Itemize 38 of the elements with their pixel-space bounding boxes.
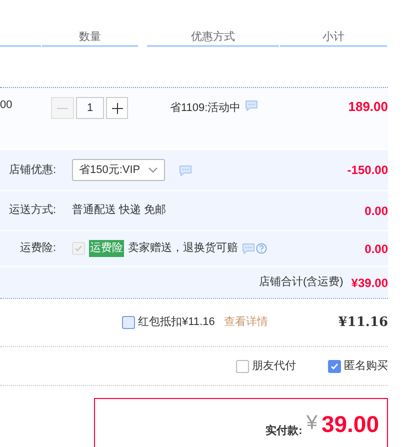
- shop-total: ¥39.00: [351, 274, 388, 292]
- insurance-text: 卖家赠送，退换货可赔: [128, 240, 238, 256]
- option-label: 朋友代付: [252, 358, 296, 374]
- unit-price: 00: [0, 98, 14, 113]
- field-label: 运送方式:: [8, 202, 56, 218]
- amount: 0.00: [364, 202, 388, 220]
- shop-total-label: 店铺合计(含运费): [258, 274, 344, 290]
- option-label: 匿名购买: [344, 358, 388, 374]
- check-icon: [74, 244, 83, 253]
- payment-label: 实付款:: [266, 424, 302, 439]
- field-label: 运费险:: [18, 241, 56, 256]
- checkbox[interactable]: [122, 316, 135, 329]
- payment-amount: 39.00: [321, 411, 379, 437]
- currency-symbol: ¥: [306, 411, 318, 435]
- subtotal: 189.00: [347, 98, 388, 116]
- chat-icon[interactable]: [244, 100, 258, 111]
- check-icon: [330, 362, 339, 370]
- chevron-down-icon: [148, 167, 158, 173]
- chat-icon[interactable]: [242, 243, 255, 254]
- increase-button[interactable]: [106, 97, 128, 119]
- checkbox[interactable]: [236, 360, 249, 372]
- checkbox[interactable]: [328, 360, 341, 372]
- promotion-text: 省1109:活动中: [170, 101, 241, 116]
- insurance-badge: 运费险: [89, 240, 124, 257]
- column-header: 数量: [79, 30, 101, 45]
- deduction-label: 红包抵扣¥11.16: [138, 315, 215, 330]
- column-header: 小计: [322, 30, 344, 45]
- amount: 0.00: [364, 240, 388, 258]
- field-label: 店铺优惠:: [8, 162, 56, 178]
- deduction-amount: ¥11.16: [337, 314, 388, 332]
- column-header: 优惠方式: [191, 30, 235, 45]
- plus-icon: [112, 102, 122, 114]
- shipping-method: 普通配送 快递 免邮: [72, 202, 166, 218]
- amount: -150.00: [347, 162, 388, 179]
- help-icon[interactable]: [256, 243, 267, 254]
- quantity-field[interactable]: 1: [76, 97, 104, 119]
- chat-icon[interactable]: [179, 164, 192, 176]
- discount-select[interactable]: 省150元:VIP: [72, 159, 166, 181]
